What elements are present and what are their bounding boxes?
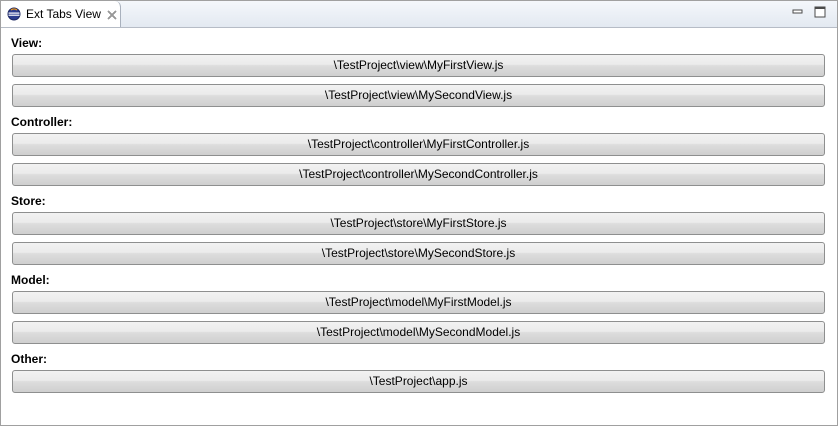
file-button-my-second-controller[interactable]: \TestProject\controller\MySecondControll… bbox=[12, 163, 825, 186]
view-content: View: \TestProject\view\MyFirstView.js \… bbox=[1, 28, 837, 400]
ext-tabs-view-window: Ext Tabs View View: \TestProject\view\My… bbox=[0, 0, 838, 426]
close-icon[interactable] bbox=[107, 9, 117, 20]
file-button-my-second-view[interactable]: \TestProject\view\MySecondView.js bbox=[12, 84, 825, 107]
section-label-model: Model: bbox=[11, 273, 50, 287]
file-button-my-second-store[interactable]: \TestProject\store\MySecondStore.js bbox=[12, 242, 825, 265]
tab-ext-tabs-view[interactable]: Ext Tabs View bbox=[1, 1, 121, 27]
file-button-my-first-model[interactable]: \TestProject\model\MyFirstModel.js bbox=[12, 291, 825, 314]
section-label-controller: Controller: bbox=[11, 115, 73, 129]
section-label-other: Other: bbox=[11, 352, 47, 366]
section-label-store: Store: bbox=[11, 194, 46, 208]
file-button-my-first-controller[interactable]: \TestProject\controller\MyFirstControlle… bbox=[12, 133, 825, 156]
maximize-icon[interactable] bbox=[813, 5, 827, 19]
file-button-my-first-view[interactable]: \TestProject\view\MyFirstView.js bbox=[12, 54, 825, 77]
tab-title: Ext Tabs View bbox=[26, 7, 101, 21]
section-label-view: View: bbox=[11, 36, 43, 50]
view-tab-bar: Ext Tabs View bbox=[1, 1, 837, 28]
file-button-app-js[interactable]: \TestProject\app.js bbox=[12, 370, 825, 393]
minimize-icon[interactable] bbox=[791, 5, 805, 19]
view-window-controls bbox=[791, 5, 827, 19]
file-button-my-first-store[interactable]: \TestProject\store\MyFirstStore.js bbox=[12, 212, 825, 235]
file-button-my-second-model[interactable]: \TestProject\model\MySecondModel.js bbox=[12, 321, 825, 344]
eclipse-view-icon bbox=[7, 7, 21, 21]
